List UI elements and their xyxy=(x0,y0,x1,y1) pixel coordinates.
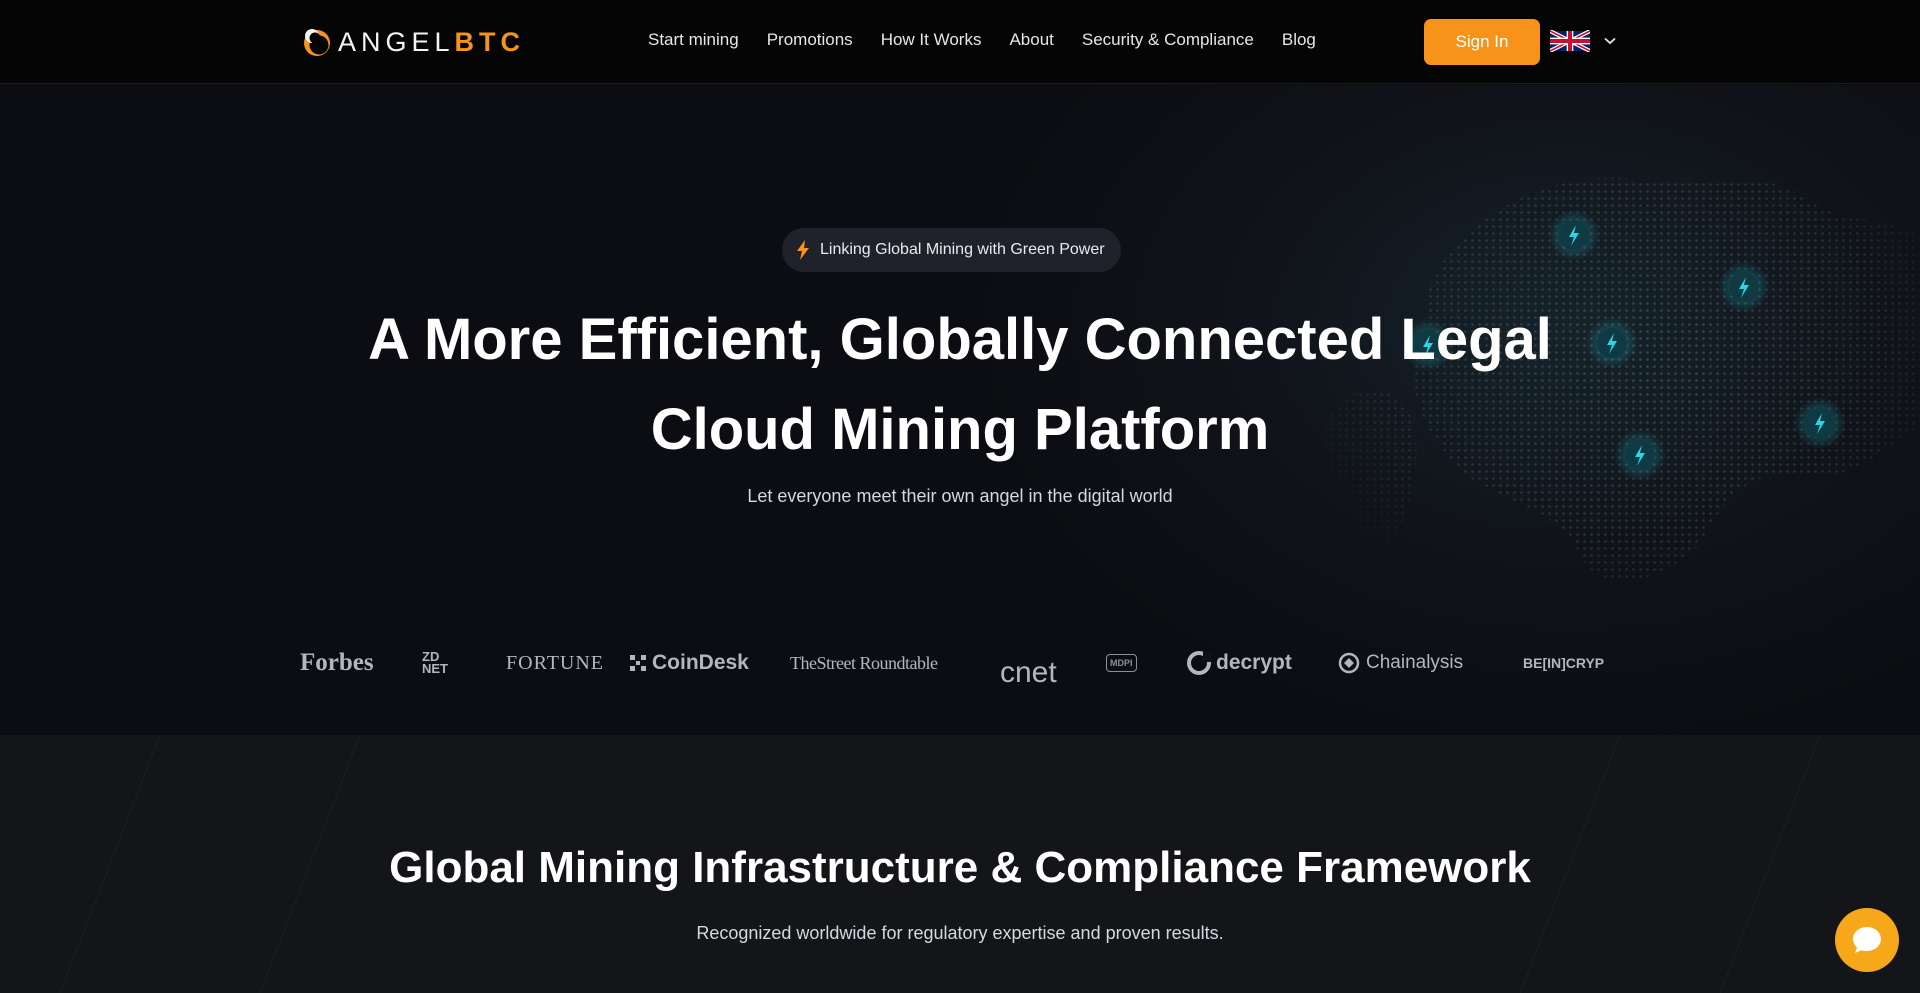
mdpi-logo: MDPI xyxy=(1106,654,1137,672)
section-subtitle: Recognized worldwide for regulatory expe… xyxy=(696,923,1224,943)
decrypt-mark-icon xyxy=(1187,651,1211,675)
thestreet-roundtable-logo: TheStreet Roundtable xyxy=(790,652,938,673)
cnet-logo: cnet xyxy=(1000,656,1057,689)
site-header: ANGEL BTC Start mining Promotions How It… xyxy=(0,0,1920,84)
nav-security-compliance[interactable]: Security & Compliance xyxy=(1082,30,1254,50)
hero-title-line-1: A More Efficient, Globally Connected Leg… xyxy=(368,307,1552,372)
chat-widget-button[interactable] xyxy=(1835,908,1899,972)
hero-badge: Linking Global Mining with Green Power xyxy=(782,228,1121,272)
chevron-down-icon xyxy=(1604,37,1616,45)
language-selector[interactable] xyxy=(1550,30,1616,52)
chainalysis-mark-icon xyxy=(1338,652,1360,674)
coindesk-logo: CoinDesk xyxy=(628,643,749,683)
nav-blog[interactable]: Blog xyxy=(1282,30,1316,50)
angelbtc-logo[interactable]: ANGEL BTC xyxy=(302,24,525,60)
decrypt-text: decrypt xyxy=(1216,651,1292,674)
hero-title-line-2: Cloud Mining Platform xyxy=(650,397,1270,462)
logo-text-angel: ANGEL xyxy=(338,26,455,57)
nav-how-it-works[interactable]: How It Works xyxy=(881,30,982,50)
hero-subtitle: Let everyone meet their own angel in the… xyxy=(747,486,1173,506)
coindesk-text: CoinDesk xyxy=(652,651,749,674)
logo-text-btc: BTC xyxy=(454,26,526,57)
nav-start-mining[interactable]: Start mining xyxy=(648,30,739,50)
coindesk-mark-icon xyxy=(630,655,646,671)
beincrypto-logo: BE[IN]CRYP xyxy=(1523,655,1605,671)
main-nav: Start mining Promotions How It Works Abo… xyxy=(648,30,1316,50)
lightning-icon xyxy=(797,240,809,260)
press-logos-row: Forbes ZD NET FORTUNE CoinDesk TheStreet… xyxy=(300,643,1620,693)
chainalysis-text: Chainalysis xyxy=(1366,652,1464,673)
infrastructure-section: Global Mining Infrastructure & Complianc… xyxy=(0,735,1920,993)
nav-promotions[interactable]: Promotions xyxy=(767,30,853,50)
angel-logo-icon xyxy=(304,29,330,56)
hero-section: Linking Global Mining with Green Power A… xyxy=(0,85,1920,735)
decrypt-logo: decrypt xyxy=(1186,643,1292,683)
fortune-logo: FORTUNE xyxy=(506,651,605,674)
sign-in-button[interactable]: Sign In xyxy=(1424,19,1540,65)
zdnet-logo: ZD NET xyxy=(422,649,448,676)
chat-bubble-icon xyxy=(1853,927,1881,953)
hero-badge-text: Linking Global Mining with Green Power xyxy=(820,241,1105,258)
hero-title: A More Efficient, Globally Connected Leg… xyxy=(300,295,1620,475)
forbes-logo: Forbes xyxy=(300,649,374,676)
chainalysis-logo: Chainalysis xyxy=(1338,643,1463,683)
section-title: Global Mining Infrastructure & Complianc… xyxy=(389,843,1531,892)
nav-about[interactable]: About xyxy=(1009,30,1053,50)
uk-flag-icon xyxy=(1550,30,1590,52)
